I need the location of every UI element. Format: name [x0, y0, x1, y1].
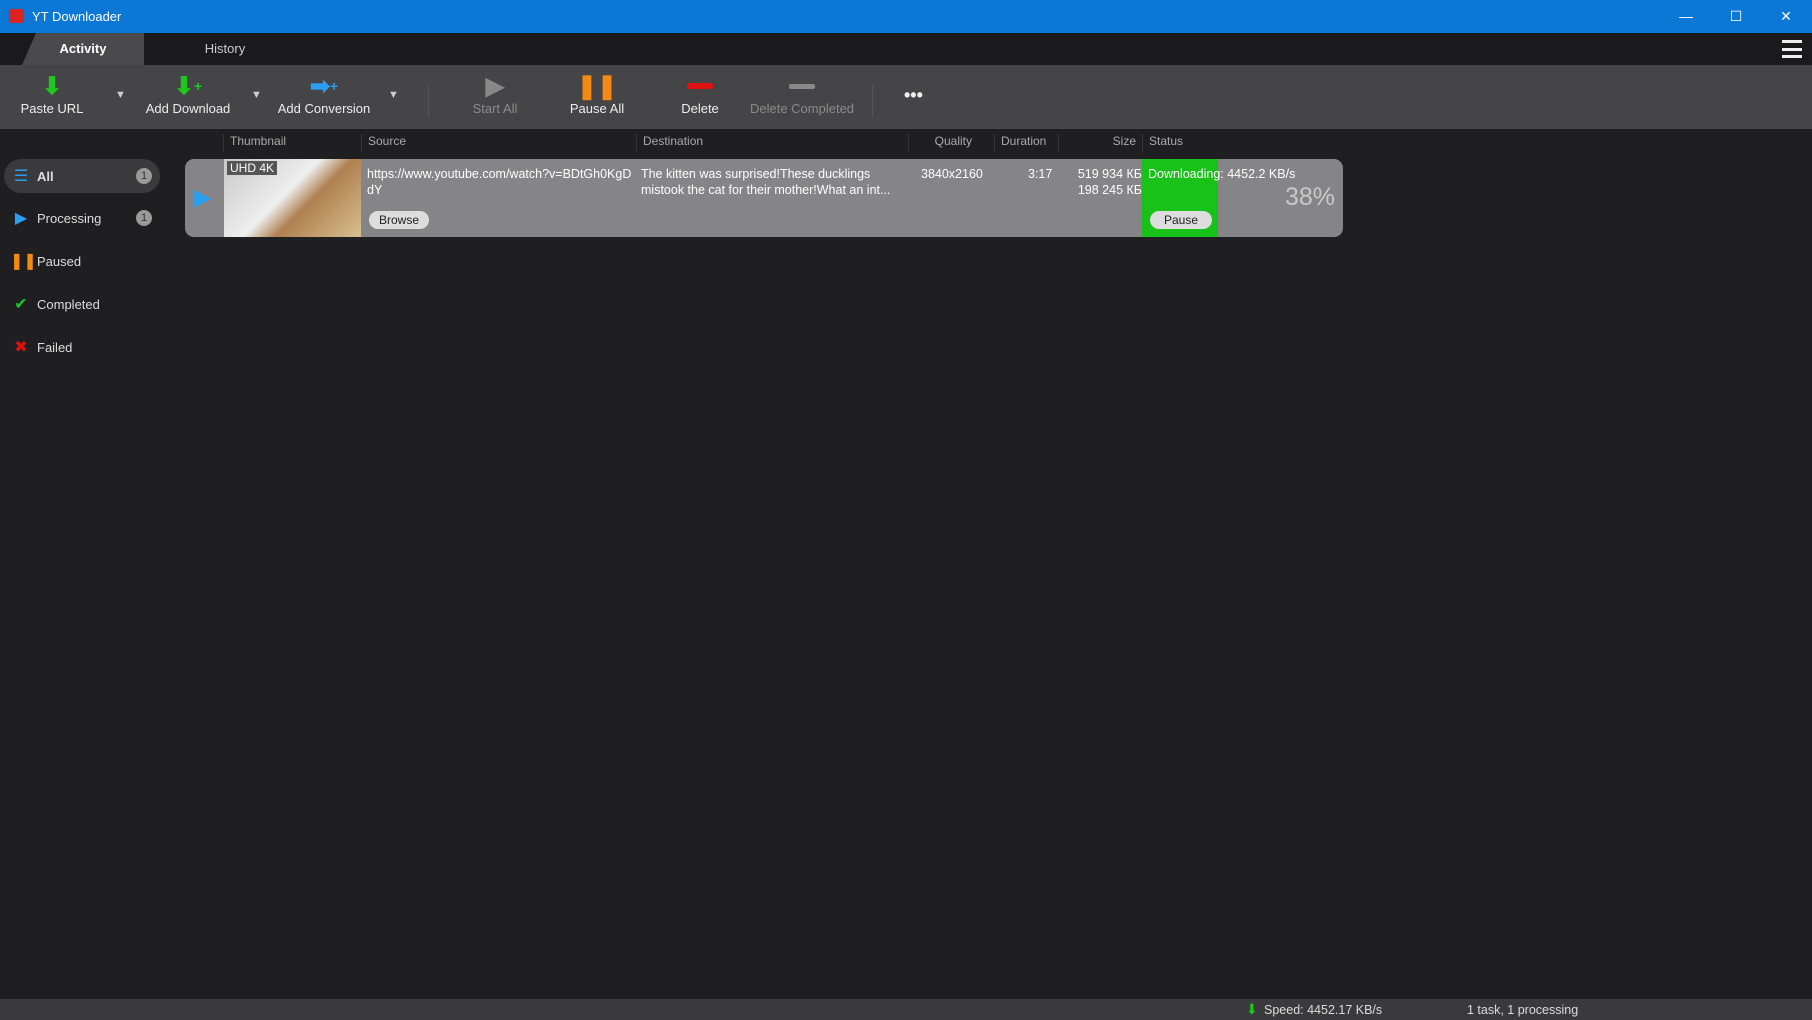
toolbar: ⬇ Paste URL ▼ ⬇ + Add Download ▼ ➡ + Add Conv… — [0, 65, 1812, 129]
start-all-button[interactable]: ▶ Start All — [460, 71, 530, 127]
delete-label: Delete — [681, 101, 719, 116]
pause-all-label: Pause All — [569, 101, 625, 116]
delete-button[interactable]: Delete — [665, 71, 735, 127]
quality-badge: UHD 4K — [227, 161, 278, 175]
sidebar-label: Processing — [37, 210, 102, 226]
sidebar-label: Failed — [37, 339, 73, 355]
toolbar-divider — [872, 85, 873, 117]
download-arrow-icon: ⬇ — [41, 72, 63, 100]
pause-icon: ❚❚ — [10, 253, 37, 270]
app-logo-icon — [9, 9, 24, 23]
sidebar-item-failed[interactable]: ✖ Failed — [4, 330, 160, 364]
window-title: YT Downloader — [32, 9, 122, 24]
play-icon: ▶ — [485, 72, 505, 100]
delete-icon — [665, 71, 735, 101]
thumbnail: UHD 4K — [224, 159, 361, 237]
tab-history[interactable]: History — [170, 33, 280, 65]
speed-text: Speed: 4452.17 KB/s — [1264, 1003, 1383, 1017]
more-icon[interactable]: ••• — [904, 85, 923, 106]
add-conversion-icon: ➡ + — [309, 72, 339, 100]
add-download-button[interactable]: ⬇ + Add Download — [140, 71, 236, 127]
toolbar-divider — [428, 85, 429, 117]
size-downloaded: 198 245 КБ — [1077, 183, 1142, 197]
sidebar-item-completed[interactable]: ✔ Completed — [4, 287, 160, 321]
add-conversion-label: Add Conversion — [277, 101, 371, 116]
add-conversion-dropdown-icon[interactable]: ▼ — [388, 89, 399, 101]
minimize-button[interactable]: — — [1663, 0, 1709, 33]
count-badge: 1 — [136, 210, 152, 226]
add-download-icon: ⬇ + — [173, 72, 203, 100]
sidebar-label: All — [37, 168, 54, 184]
tab-activity[interactable]: Activity — [22, 33, 144, 65]
column-header: Thumbnail Source Destination Quality Dur… — [0, 129, 1812, 154]
x-icon: ✖ — [14, 339, 28, 356]
add-download-dropdown-icon[interactable]: ▼ — [251, 89, 262, 101]
col-destination[interactable]: Destination — [636, 134, 908, 152]
tasks-text: 1 task, 1 processing — [1467, 1003, 1579, 1017]
status-text: Downloading: 4452.2 KB/s — [1148, 167, 1296, 181]
delete-completed-label: Delete Completed — [749, 101, 855, 116]
check-icon: ✔ — [14, 296, 28, 313]
col-size[interactable]: Size — [1058, 134, 1142, 152]
start-all-label: Start All — [472, 101, 518, 116]
title-bar: YT Downloader — ☐ ✕ — [0, 0, 1812, 33]
paste-url-label: Paste URL — [20, 101, 84, 116]
paste-url-button[interactable]: ⬇ Paste URL — [14, 71, 90, 127]
browse-button[interactable]: Browse — [369, 211, 430, 229]
col-status[interactable]: Status — [1142, 134, 1347, 152]
sidebar-item-all[interactable]: ☰ All 1 — [4, 159, 160, 193]
sidebar-label: Paused — [37, 253, 82, 269]
quality-value: 3840x2160 — [921, 167, 983, 181]
tab-bar: Activity History — [0, 33, 1812, 65]
col-thumbnail[interactable]: Thumbnail — [223, 134, 365, 152]
destination-title: The kitten was surprised!These ducklings… — [641, 167, 891, 197]
source-url: https://www.youtube.com/watch?v=BDtGh0Kg… — [367, 167, 632, 197]
download-row[interactable]: ▶ UHD 4K https://www.youtube.com/watch?v… — [185, 159, 1343, 237]
paste-url-dropdown-icon[interactable]: ▼ — [115, 89, 126, 101]
sidebar-item-paused[interactable]: ❚❚ Paused — [4, 244, 160, 278]
list-icon: ☰ — [13, 168, 29, 185]
status-bar: ⬇ Speed: 4452.17 KB/s 1 task, 1 processi… — [0, 999, 1812, 1020]
col-source[interactable]: Source — [361, 134, 636, 152]
pause-all-button[interactable]: ❚❚ Pause All — [562, 71, 632, 127]
pause-icon: ❚❚ — [576, 72, 618, 100]
delete-completed-button[interactable]: Delete Completed — [746, 71, 858, 127]
add-download-label: Add Download — [145, 101, 231, 116]
sidebar-label: Completed — [37, 296, 100, 312]
count-badge: 1 — [136, 168, 152, 184]
menu-icon[interactable] — [1782, 40, 1802, 58]
play-icon: ▶ — [14, 210, 28, 227]
download-speed-icon: ⬇ — [1246, 1001, 1258, 1017]
play-icon[interactable]: ▶ — [193, 183, 211, 212]
col-duration[interactable]: Duration — [994, 134, 1058, 152]
sidebar-item-processing[interactable]: ▶ Processing 1 — [4, 201, 160, 235]
pause-button[interactable]: Pause — [1150, 211, 1213, 229]
progress-percent: 38% — [1284, 183, 1335, 211]
close-button[interactable]: ✕ — [1763, 0, 1809, 33]
col-quality[interactable]: Quality — [908, 134, 994, 152]
add-conversion-button[interactable]: ➡ + Add Conversion — [274, 71, 374, 127]
maximize-button[interactable]: ☐ — [1713, 0, 1759, 33]
size-total: 519 934 КБ — [1077, 167, 1142, 181]
delete-completed-icon — [746, 71, 858, 101]
